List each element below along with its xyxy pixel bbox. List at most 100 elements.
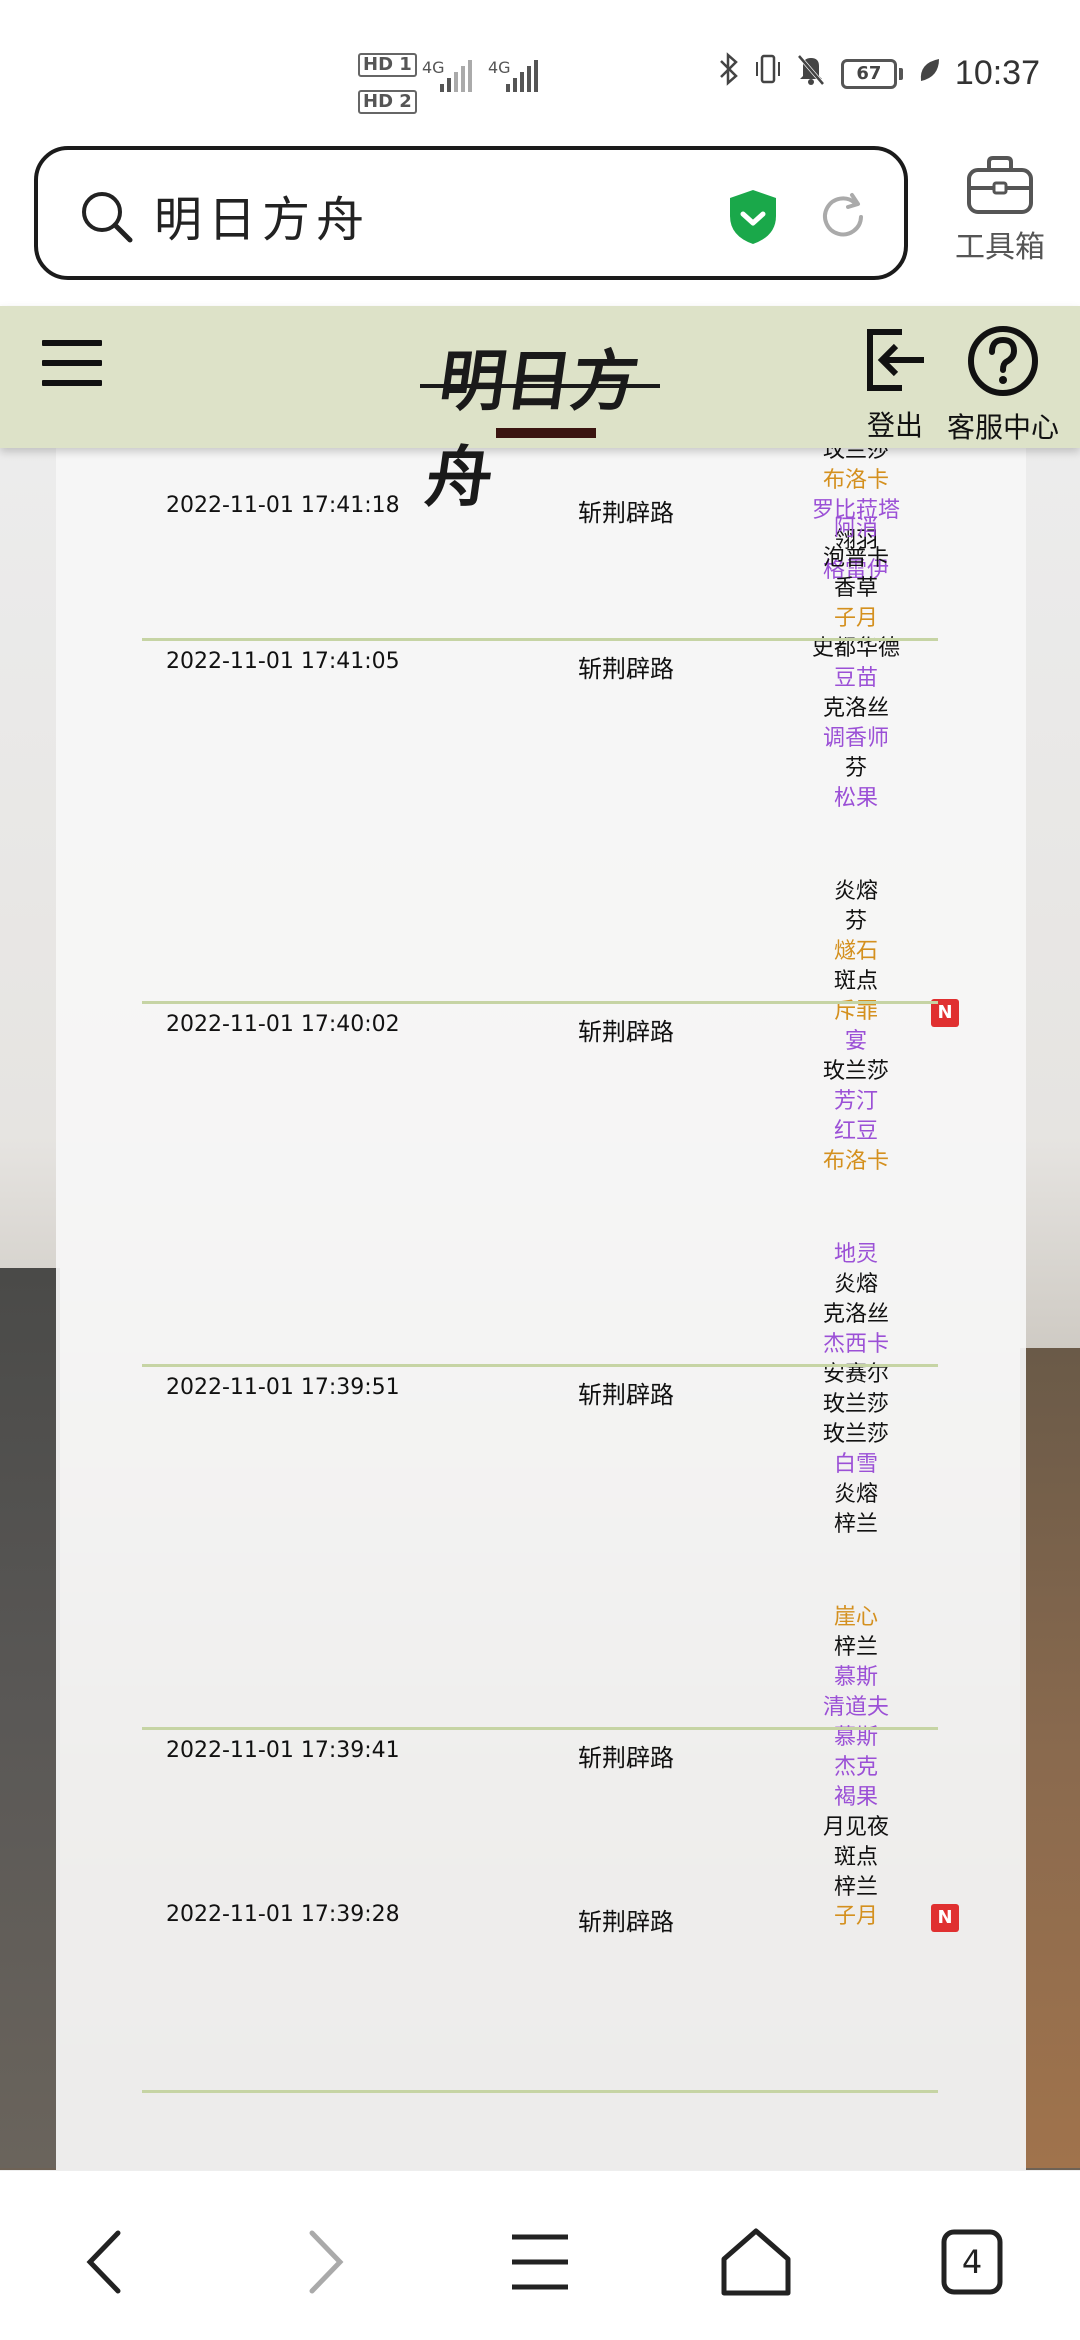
forward-arrow-icon[interactable] bbox=[284, 2227, 364, 2297]
operator-name: 燧石 bbox=[756, 937, 956, 967]
home-icon[interactable] bbox=[716, 2227, 796, 2297]
operator-name-text: 地灵 bbox=[833, 1242, 878, 1267]
operator-name-text: 玫兰莎 bbox=[822, 448, 889, 463]
operator-name: 芬 bbox=[756, 754, 956, 784]
operator-name-text: 宴 bbox=[844, 1029, 867, 1054]
operator-name-text: 燧石 bbox=[833, 939, 878, 964]
operator-name: 杰克 bbox=[756, 1753, 956, 1783]
app-header: 明日方舟 登出 客服中心 bbox=[0, 306, 1080, 516]
operator-name: 阿消 bbox=[756, 514, 956, 544]
operator-name-text: 崖心 bbox=[833, 1605, 878, 1630]
status-bar: HD 1 HD 2 4G 4G 67 10:37 bbox=[0, 0, 1080, 140]
operator-name: 清道夫 bbox=[756, 1693, 956, 1723]
sim2-badge: HD 2 bbox=[358, 90, 417, 114]
vibrate-icon bbox=[755, 52, 781, 95]
operator-name: 子月 N bbox=[756, 1902, 959, 1932]
customer-service-button[interactable]: 客服中心 bbox=[946, 324, 1060, 446]
address-bar[interactable]: 明日方舟 bbox=[34, 146, 908, 280]
operator-name: 芳汀 bbox=[756, 1087, 956, 1117]
operator-name-text: 玫兰莎 bbox=[822, 1392, 889, 1417]
pool-name: 斩荆辟路 bbox=[578, 1908, 674, 1936]
operator-name: 崖心 bbox=[756, 1603, 956, 1633]
pull-time: 2022-11-01 17:41:18 bbox=[166, 493, 400, 518]
operator-name: 布洛卡 bbox=[756, 466, 956, 496]
operator-name: 子月 bbox=[756, 604, 956, 634]
pull-time: 2022-11-01 17:39:28 bbox=[166, 1902, 400, 1927]
operator-name-text: 子月 bbox=[833, 1904, 878, 1929]
battery-level: 67 bbox=[840, 58, 897, 89]
menu-lines-icon[interactable] bbox=[500, 2227, 580, 2297]
operator-name-text: 斑点 bbox=[833, 1845, 878, 1870]
row-divider bbox=[142, 1001, 938, 1004]
operator-name-text: 斑点 bbox=[833, 969, 878, 994]
back-arrow-icon[interactable] bbox=[66, 2227, 146, 2297]
search-query[interactable]: 明日方舟 bbox=[154, 180, 370, 250]
customer-service-label: 客服中心 bbox=[946, 411, 1059, 444]
pull-time: 2022-11-01 17:41:05 bbox=[166, 649, 400, 674]
operator-list: 阿消 泡普卡 香草 子月 史都华德 豆苗 克洛丝 调香师芬松果 bbox=[756, 514, 956, 814]
row-divider bbox=[142, 2090, 938, 2093]
operator-name-text: 炎熔 bbox=[833, 1482, 878, 1507]
operator-name-text: 月见夜 bbox=[822, 1815, 889, 1840]
hamburger-menu-icon[interactable] bbox=[42, 340, 102, 386]
operator-name-text: 阿消 bbox=[833, 516, 878, 541]
toolbox-button[interactable]: 工具箱 bbox=[944, 154, 1056, 266]
operator-name-text: 调香师 bbox=[822, 726, 889, 751]
operator-list: 炎熔芬燧石 斑点 斥罪 N 宴玫兰莎 芳汀 红豆 布洛卡 bbox=[756, 877, 959, 1177]
operator-name: 宴 bbox=[756, 1027, 956, 1057]
pool-name: 斩荆辟路 bbox=[578, 655, 674, 683]
operator-name: 炎熔 bbox=[756, 1270, 956, 1300]
shield-check-icon[interactable] bbox=[728, 188, 778, 246]
operator-name-text: 玫兰莎 bbox=[822, 1059, 889, 1084]
logout-icon bbox=[867, 329, 924, 391]
operator-name: 地灵 bbox=[756, 1240, 956, 1270]
operator-name-text: 红豆 bbox=[833, 1119, 878, 1144]
operator-name: 玫兰莎 bbox=[756, 1390, 956, 1420]
operator-name: 豆苗 bbox=[756, 664, 956, 694]
operator-name: 调香师 bbox=[756, 724, 956, 754]
operator-name-text: 梓兰 bbox=[833, 1875, 878, 1900]
clock: 10:37 bbox=[954, 54, 1040, 92]
operator-list: 崖心 梓兰 慕斯 清道夫 慕斯 杰克 褐果 月见夜 斑点 梓兰 bbox=[756, 1603, 956, 1903]
leaf-icon bbox=[917, 54, 941, 94]
status-right: 67 10:37 bbox=[717, 52, 1040, 95]
operator-name-text: 克洛丝 bbox=[822, 1302, 889, 1327]
operator-name: 玫兰莎 bbox=[756, 448, 956, 466]
operator-name: 香草 bbox=[756, 574, 956, 604]
operator-name-text: 布洛卡 bbox=[822, 468, 889, 493]
operator-name-text: 克洛丝 bbox=[822, 696, 889, 721]
operator-name-text: 子月 bbox=[833, 606, 878, 631]
operator-name: 梓兰 bbox=[756, 1873, 956, 1903]
operator-name-text: 慕斯 bbox=[833, 1665, 878, 1690]
operator-name-text: 梓兰 bbox=[833, 1635, 878, 1660]
row-divider bbox=[142, 638, 938, 641]
pool-name: 斩荆辟路 bbox=[578, 1381, 674, 1409]
pull-time: 2022-11-01 17:39:41 bbox=[166, 1738, 400, 1763]
operator-name: 炎熔 bbox=[756, 1480, 956, 1510]
gacha-history-list[interactable]: 2022-11-01 17:41:18 斩荆辟路 玫兰莎 布洛卡 罗比菈塔 翎羽 格雷伊 20… bbox=[56, 448, 1026, 2170]
operator-name: 泡普卡 bbox=[756, 544, 956, 574]
signal-icon bbox=[440, 60, 472, 92]
sim1-badge: HD 1 bbox=[358, 53, 417, 77]
logout-button[interactable]: 登出 bbox=[858, 324, 932, 444]
operator-name: 芬 bbox=[756, 907, 956, 937]
arknights-logo[interactable]: 明日方舟 bbox=[420, 324, 660, 516]
pull-time: 2022-11-01 17:40:02 bbox=[166, 1012, 400, 1037]
operator-list: 地灵 炎熔 克洛丝 杰西卡 安赛尔 玫兰莎 玫兰莎 白雪 炎熔 梓兰 bbox=[756, 1240, 956, 1540]
operator-name: 褐果 bbox=[756, 1783, 956, 1813]
mute-bell-icon bbox=[795, 52, 827, 95]
battery-icon: 67 bbox=[840, 58, 903, 89]
operator-name: 月见夜 bbox=[756, 1813, 956, 1843]
reload-icon[interactable] bbox=[816, 190, 870, 244]
tab-switcher-button[interactable]: 4 bbox=[932, 2227, 1012, 2297]
search-icon bbox=[82, 192, 133, 243]
operator-name-text: 梓兰 bbox=[833, 1512, 878, 1537]
operator-name-text: 泡普卡 bbox=[822, 546, 889, 571]
operator-name-text: 白雪 bbox=[833, 1452, 878, 1477]
question-circle-icon bbox=[968, 326, 1038, 396]
operator-name-text: 豆苗 bbox=[833, 666, 878, 691]
toolbox-label: 工具箱 bbox=[955, 230, 1045, 265]
operator-name: 慕斯 bbox=[756, 1663, 956, 1693]
operator-name: 克洛丝 bbox=[756, 694, 956, 724]
operator-name-text: 炎熔 bbox=[833, 879, 878, 904]
